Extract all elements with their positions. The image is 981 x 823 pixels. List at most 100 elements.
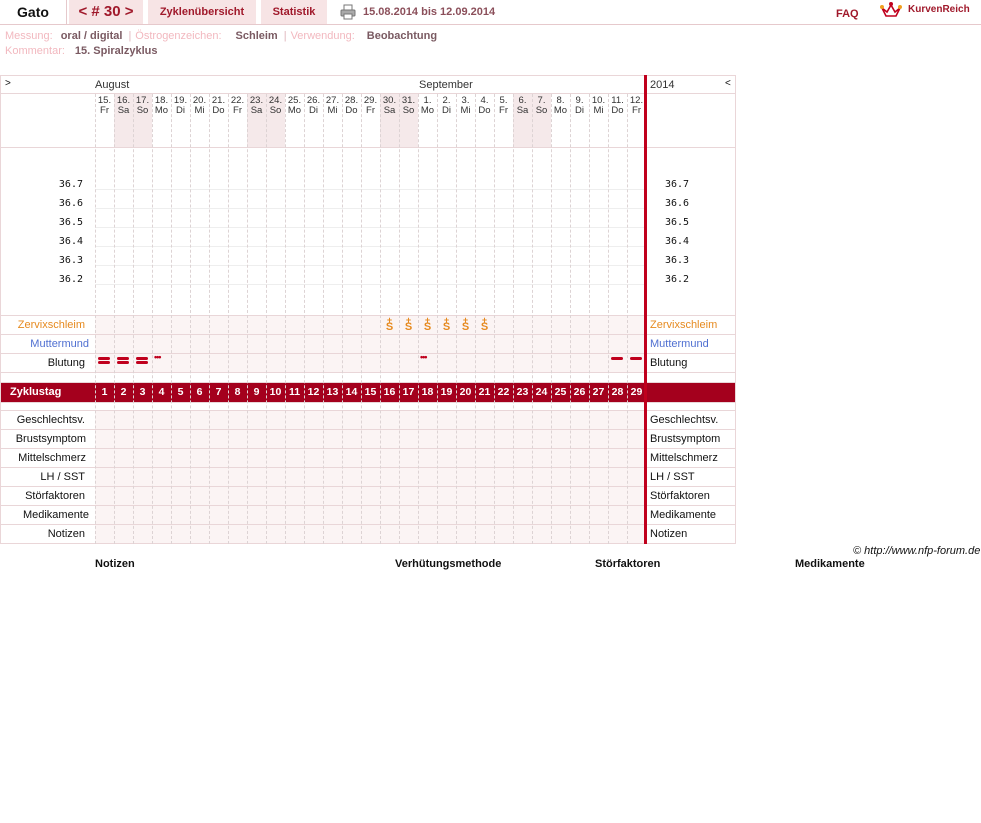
row-bg bbox=[95, 335, 644, 353]
cycle-day-number: 24 bbox=[535, 386, 548, 398]
grid-vline bbox=[323, 94, 324, 544]
bleeding-heavy-mark bbox=[117, 357, 129, 360]
row-label-lh: LH / SST bbox=[40, 471, 85, 483]
tab-cycle-overview[interactable]: Zyklenübersicht bbox=[148, 0, 256, 24]
temp-label-right: 36.6 bbox=[665, 198, 690, 209]
grid-vline bbox=[285, 94, 286, 544]
grid-vline bbox=[114, 94, 115, 544]
day-weekday: Sa bbox=[383, 105, 396, 116]
cycle-day-number: 16 bbox=[383, 386, 396, 398]
grid-vline bbox=[627, 94, 628, 544]
footer-disturbances: Störfaktoren bbox=[595, 558, 661, 570]
row-bg bbox=[95, 506, 644, 524]
user-tab[interactable]: Gato bbox=[0, 0, 67, 24]
row-label-sex: Geschlechtsv. bbox=[16, 414, 85, 426]
day-weekday: So bbox=[136, 105, 149, 116]
row-label-cervix: Muttermund bbox=[30, 338, 89, 350]
cycle-day-number: 25 bbox=[554, 386, 567, 398]
day-weekday: Do bbox=[345, 105, 358, 116]
row-label-mucus: Zervixschleim bbox=[17, 319, 85, 331]
estrogen-label: Östrogenzeichen: bbox=[135, 30, 222, 42]
temp-gridline bbox=[95, 284, 645, 285]
nav-right-arrow[interactable]: < bbox=[725, 78, 731, 89]
day-weekday: Di bbox=[575, 105, 584, 116]
cycle-day-number: 22 bbox=[497, 386, 510, 398]
grid-vline bbox=[494, 94, 495, 544]
day-weekday: Fr bbox=[366, 105, 375, 116]
row-label-midpain-right: Mittelschmerz bbox=[650, 452, 718, 464]
row-label-breast: Brustsymptom bbox=[15, 433, 86, 445]
month-september: September bbox=[419, 79, 473, 91]
temp-gridline bbox=[95, 208, 645, 209]
temp-gridline bbox=[95, 189, 645, 190]
row-bg bbox=[95, 468, 644, 486]
row-bg bbox=[95, 316, 644, 334]
temp-label-left: 36.2 bbox=[58, 274, 83, 285]
day-weekday: Sa bbox=[117, 105, 130, 116]
mucus-mark: S bbox=[480, 321, 489, 333]
day-weekday: Di bbox=[442, 105, 451, 116]
day-weekday: So bbox=[402, 105, 415, 116]
cycle-day-number: 17 bbox=[402, 386, 415, 398]
day-weekday: Mo bbox=[287, 105, 302, 116]
cycle-day-number: 18 bbox=[421, 386, 434, 398]
grid-vline bbox=[133, 94, 134, 544]
copyright[interactable]: © http://www.nfp-forum.de bbox=[853, 545, 980, 557]
day-weekday: So bbox=[269, 105, 282, 116]
row-label-sex-right: Geschlechtsv. bbox=[650, 414, 719, 426]
row-label-meds-right: Medikamente bbox=[650, 509, 717, 521]
measure-value: oral / digital bbox=[60, 30, 123, 42]
cycle-nav[interactable]: < # 30 > bbox=[69, 0, 143, 24]
footer-medication: Medikamente bbox=[795, 558, 865, 570]
day-weekday: Di bbox=[309, 105, 318, 116]
cycle-day-number: 1 bbox=[101, 386, 108, 398]
row-label-cervix-right: Muttermund bbox=[650, 338, 709, 350]
row-bg bbox=[95, 525, 644, 543]
row-label-meds: Medikamente bbox=[22, 509, 89, 521]
usage-value: Beobachtung bbox=[366, 30, 438, 42]
temp-label-left: 36.6 bbox=[58, 198, 83, 209]
cycle-day-number: 28 bbox=[611, 386, 624, 398]
bleeding-heavy-mark bbox=[98, 357, 110, 360]
row-bg bbox=[95, 354, 644, 372]
comment-label: Kommentar: bbox=[5, 45, 65, 57]
logo-text: KurvenReich bbox=[908, 4, 970, 15]
grid-hline bbox=[0, 93, 736, 94]
temp-label-right: 36.5 bbox=[665, 217, 690, 228]
tab-statistics[interactable]: Statistik bbox=[261, 0, 327, 24]
grid-hline bbox=[0, 372, 736, 373]
day-weekday: Do bbox=[212, 105, 225, 116]
row-label-lh-right: LH / SST bbox=[650, 471, 695, 483]
mucus-mark: S bbox=[423, 321, 432, 333]
day-weekday: Sa bbox=[516, 105, 529, 116]
cycle-day-number: 9 bbox=[253, 386, 260, 398]
comment-line: Kommentar: 15. Spiralzyklus bbox=[5, 45, 159, 57]
estrogen-value: Schleim bbox=[235, 30, 278, 42]
row-bg bbox=[95, 411, 644, 429]
bleeding-heavy-mark bbox=[136, 357, 148, 360]
day-weekday: Fr bbox=[100, 105, 109, 116]
temp-gridline bbox=[95, 227, 645, 228]
day-weekday: Fr bbox=[233, 105, 242, 116]
row-label-cycleday: Zyklustag bbox=[10, 386, 62, 398]
mucus-mark: S bbox=[404, 321, 413, 333]
nav-left-arrow[interactable]: > bbox=[5, 78, 11, 89]
row-bg bbox=[95, 449, 644, 467]
day-weekday: Do bbox=[611, 105, 624, 116]
cycle-day-number: 12 bbox=[307, 386, 320, 398]
printer-icon[interactable] bbox=[340, 4, 356, 20]
cycle-day-number: 14 bbox=[345, 386, 358, 398]
temp-label-left: 36.5 bbox=[58, 217, 83, 228]
date-range: 15.08.2014 bis 12.09.2014 bbox=[363, 6, 496, 18]
meta-line: Messung: oral / digital | Östrogenzeichen: S… bbox=[5, 30, 438, 42]
temp-label-right: 36.7 bbox=[665, 179, 690, 190]
row-bg bbox=[95, 430, 644, 448]
row-label-notes-right: Notizen bbox=[650, 528, 688, 540]
grid-vline bbox=[209, 94, 210, 544]
cycle-day-number: 23 bbox=[516, 386, 529, 398]
crown-logo-icon bbox=[880, 2, 902, 17]
faq-link[interactable]: FAQ bbox=[836, 2, 859, 26]
day-weekday: So bbox=[535, 105, 548, 116]
cycle-day-number: 15 bbox=[364, 386, 377, 398]
cycle-day-number: 10 bbox=[269, 386, 282, 398]
